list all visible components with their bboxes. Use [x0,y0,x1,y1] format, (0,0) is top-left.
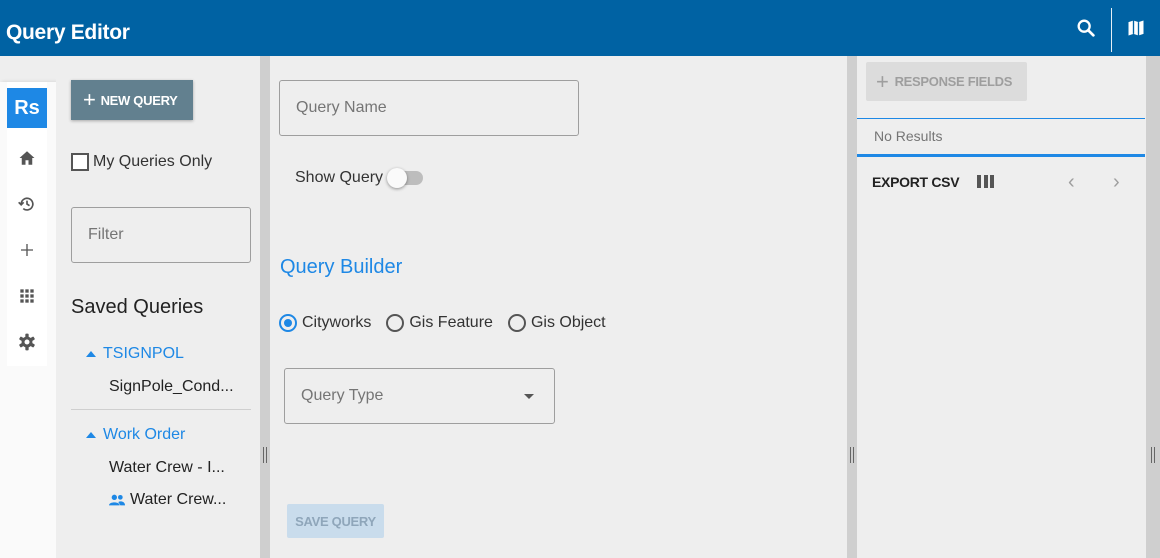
editor-panel: Query Name Show Query Query Builder City… [270,56,847,558]
header-divider [1111,8,1112,52]
saved-query-item[interactable]: SignPole_Cond... [109,378,234,396]
toggle-knob [387,168,408,188]
icon-rail: Rs [7,82,47,366]
my-queries-filter: My Queries Only [71,152,212,172]
radio-label: Gis Feature [409,314,493,331]
results-underline [857,154,1145,157]
radio-gis-feature[interactable]: Gis Feature [386,314,493,332]
app-header: Query Editor [0,0,1160,56]
radio-unselected-icon [507,314,526,332]
show-query-toggle[interactable] [387,168,424,188]
drag-handle-icon[interactable] [850,447,854,463]
new-query-button[interactable]: + NEW QUERY [71,80,193,120]
show-query-label: Show Query [295,169,384,186]
queries-panel: + NEW QUERY My Queries Only Filter Saved… [56,56,260,558]
add-icon[interactable] [7,230,47,270]
drag-handle-icon[interactable] [263,447,267,463]
no-results-text: No Results [874,128,943,144]
my-queries-label: My Queries Only [93,153,213,170]
radio-gis-object[interactable]: Gis Object [507,314,606,332]
group-label: Work Order [103,426,186,443]
settings-icon[interactable] [7,322,47,362]
apps-icon[interactable] [7,276,47,316]
plus-icon: + [876,68,889,94]
my-queries-checkbox[interactable] [71,153,89,171]
group-label: TSIGNPOL [103,345,184,362]
save-query-button[interactable]: SAVE QUERY [287,504,384,538]
new-query-label: NEW QUERY [100,92,178,108]
radio-label: Gis Object [530,314,606,331]
panel-splitter[interactable] [260,56,270,558]
query-name-input[interactable]: Query Name [279,80,579,136]
response-fields-label: RESPONSE FIELDS [894,74,1013,89]
app-logo[interactable]: Rs [7,88,47,128]
collapse-arrow-icon [86,351,96,357]
radio-cityworks[interactable]: Cityworks [279,314,371,332]
saved-query-label: Water Crew... [130,491,227,508]
drag-handle-icon[interactable] [1151,447,1155,463]
group-divider [71,409,251,410]
radio-unselected-icon [386,314,405,332]
results-divider [857,118,1145,119]
radio-label: Cityworks [302,314,372,331]
page-title: Query Editor [6,21,130,44]
export-csv-button[interactable]: EXPORT CSV [872,174,960,190]
saved-queries-heading: Saved Queries [71,296,204,318]
collapse-arrow-icon [86,432,96,438]
panel-splitter[interactable] [847,56,857,558]
filter-placeholder: Filter [88,226,124,243]
filter-input[interactable]: Filter [71,207,251,263]
query-type-select[interactable]: Query Type [284,368,555,424]
plus-icon: + [83,87,96,112]
query-type-placeholder: Query Type [301,387,384,404]
radio-selected-icon [279,314,297,332]
saved-query-item[interactable]: Water Crew - I... [109,459,225,477]
search-icon[interactable] [1072,14,1100,42]
query-name-placeholder: Query Name [296,99,387,116]
query-builder-heading: Query Builder [280,256,403,278]
chevron-left-icon[interactable]: ‹ [1068,172,1075,192]
right-splitter[interactable] [1146,56,1160,558]
home-icon[interactable] [7,138,47,178]
chevron-down-icon [524,394,534,399]
response-fields-button[interactable]: + RESPONSE FIELDS [866,62,1027,101]
map-icon[interactable] [1122,14,1150,42]
group-work-order[interactable]: Work Order [86,426,185,444]
source-radio-group: Cityworks Gis Feature Gis Object [279,314,621,332]
show-query-row: Show Query [295,168,424,188]
saved-query-item-shared[interactable]: Water Crew... [109,491,226,509]
columns-icon[interactable] [977,175,994,188]
group-users-icon [109,494,125,506]
history-icon[interactable] [7,184,47,224]
results-panel: + RESPONSE FIELDS No Results EXPORT CSV … [857,56,1146,558]
group-tsignpol[interactable]: TSIGNPOL [86,345,184,363]
chevron-right-icon[interactable]: › [1113,172,1120,192]
